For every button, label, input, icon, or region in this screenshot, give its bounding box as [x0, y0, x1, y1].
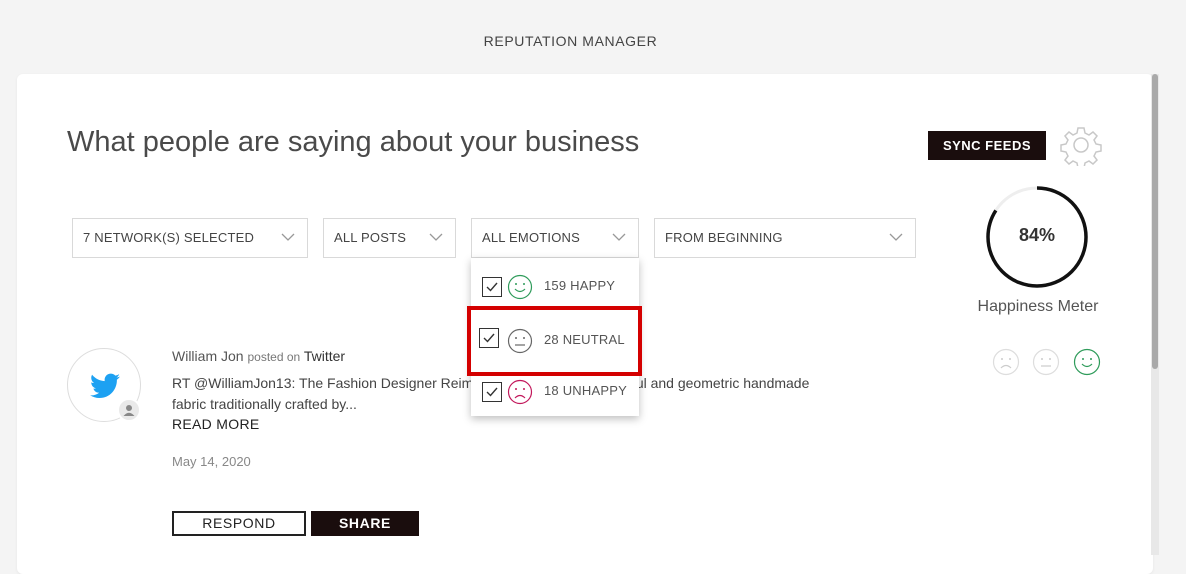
emotion-option-happy[interactable]: 159 HAPPY — [471, 258, 639, 312]
sync-feeds-button[interactable]: SYNC FEEDS — [928, 131, 1046, 160]
check-icon — [483, 333, 495, 343]
post-text-line2: fabric traditionally crafted by... — [172, 396, 357, 412]
networks-filter[interactable]: 7 NETWORK(S) SELECTED — [72, 218, 308, 258]
emotions-filter[interactable]: ALL EMOTIONS — [471, 218, 639, 258]
emotions-filter-label: ALL EMOTIONS — [482, 230, 580, 245]
neutral-face-icon[interactable] — [1032, 348, 1060, 376]
happy-label: HAPPY — [570, 278, 616, 293]
respond-button[interactable]: RESPOND — [172, 511, 306, 536]
app-title: REPUTATION MANAGER — [483, 33, 658, 49]
unhappy-face-icon — [507, 379, 533, 405]
share-button[interactable]: SHARE — [311, 511, 419, 536]
neutral-face-icon — [507, 328, 533, 354]
chevron-down-icon — [612, 233, 626, 241]
scroll-thumb[interactable] — [1152, 74, 1158, 369]
post-network[interactable]: Twitter — [304, 348, 345, 364]
happy-face-icon — [507, 274, 533, 300]
timeframe-filter-label: FROM BEGINNING — [665, 230, 783, 245]
happy-checkbox[interactable] — [482, 277, 502, 297]
unhappy-label: UNHAPPY — [562, 383, 627, 398]
twitter-icon — [90, 373, 120, 398]
posts-filter-label: ALL POSTS — [334, 230, 407, 245]
happy-count: 159 — [544, 278, 567, 293]
happiness-meter-value: 84% — [1018, 225, 1056, 245]
posts-filter[interactable]: ALL POSTS — [323, 218, 456, 258]
posted-on-text: posted on — [247, 350, 301, 364]
networks-filter-label: 7 NETWORK(S) SELECTED — [83, 230, 255, 245]
unhappy-count: 18 — [544, 383, 559, 398]
timeframe-filter[interactable]: FROM BEGINNING — [654, 218, 916, 258]
post-text-start: RT @WilliamJon13: The Fashion Designer R… — [172, 375, 489, 391]
scrollbar[interactable] — [1151, 74, 1159, 555]
chevron-down-icon — [281, 233, 295, 241]
check-icon — [486, 387, 498, 397]
check-icon — [486, 282, 498, 292]
chevron-down-icon — [889, 233, 903, 241]
neutral-checkbox[interactable] — [479, 328, 499, 348]
post-meta: William Jon posted on Twitter — [172, 348, 345, 364]
emotion-option-neutral[interactable]: 28 NEUTRAL — [471, 310, 638, 372]
read-more-link[interactable]: READ MORE — [172, 416, 260, 432]
page-headline: What people are saying about your busine… — [67, 126, 640, 158]
neutral-count: 28 — [544, 332, 559, 347]
user-icon — [117, 398, 141, 422]
post-emotion-selector — [992, 348, 1102, 378]
happiness-meter-label: Happiness Meter — [977, 298, 1099, 315]
neutral-label: NEUTRAL — [562, 332, 625, 347]
neutral-option-highlight: 28 NEUTRAL — [467, 306, 642, 376]
unhappy-checkbox[interactable] — [482, 382, 502, 402]
unhappy-face-icon[interactable] — [992, 348, 1020, 376]
post-author[interactable]: William Jon — [172, 348, 244, 364]
gear-icon[interactable] — [1060, 124, 1102, 169]
chevron-down-icon — [429, 233, 443, 241]
post-date: May 14, 2020 — [172, 454, 251, 469]
happy-face-icon[interactable] — [1073, 348, 1101, 376]
